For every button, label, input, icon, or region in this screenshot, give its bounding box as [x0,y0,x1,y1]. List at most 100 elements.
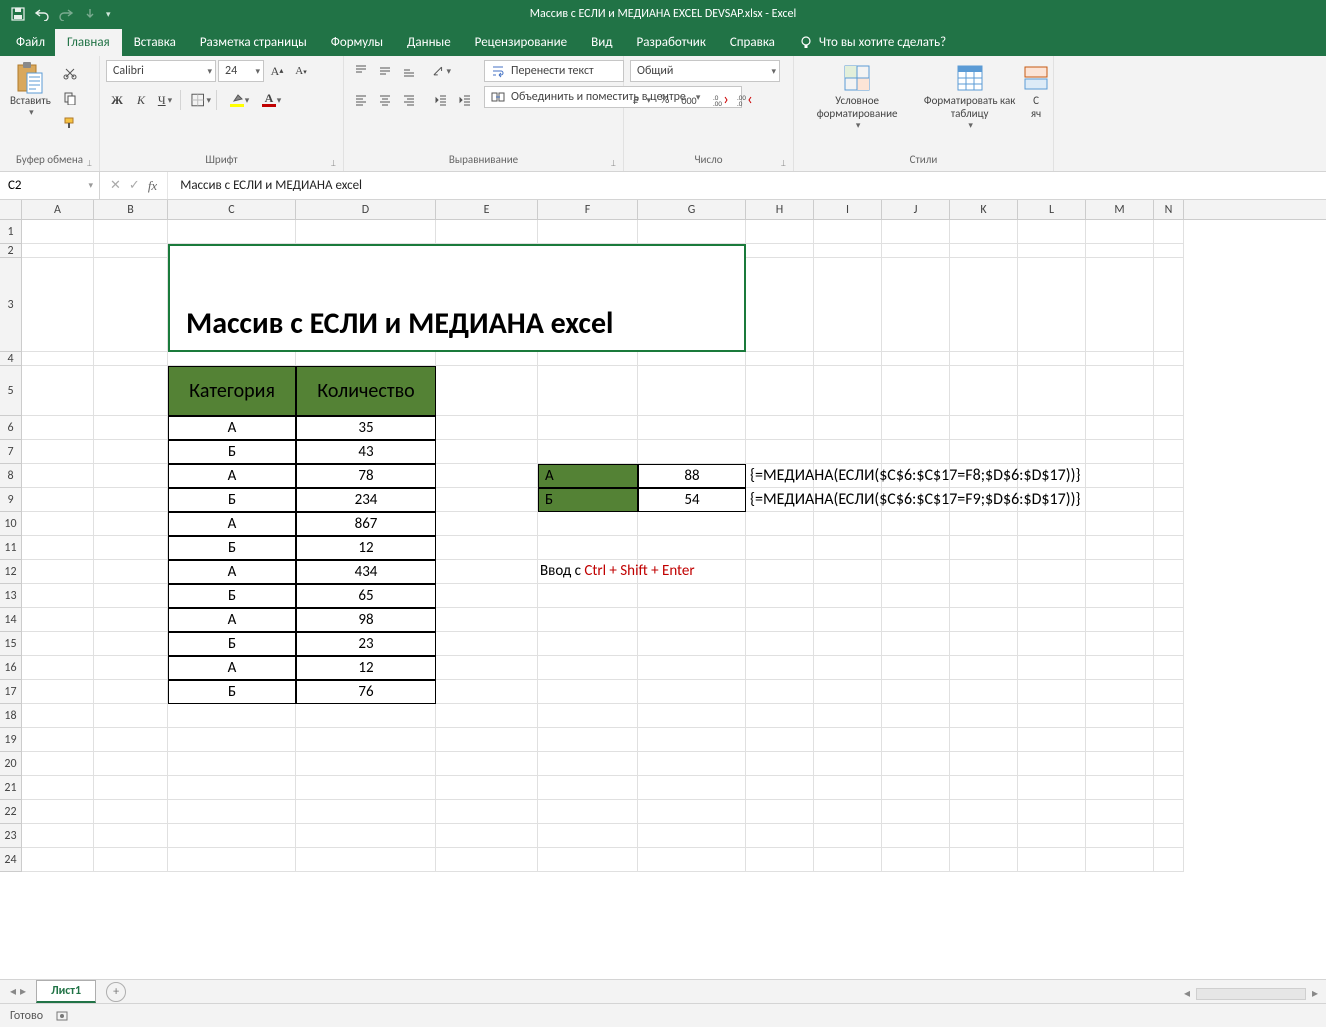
cell[interactable] [22,656,94,680]
cell[interactable] [296,704,436,728]
cell[interactable] [1086,244,1154,258]
undo-icon[interactable] [34,6,50,22]
cell[interactable] [638,632,746,656]
col-header[interactable]: B [94,200,168,219]
cell[interactable] [22,536,94,560]
result-label-cell[interactable]: А [538,464,638,488]
cell[interactable] [1086,848,1154,872]
cell[interactable] [296,800,436,824]
col-header[interactable]: D [296,200,436,219]
cell[interactable] [538,608,638,632]
cell[interactable] [1154,752,1184,776]
tab-insert[interactable]: Вставка [122,29,188,56]
save-icon[interactable] [10,6,26,22]
cell[interactable] [436,656,538,680]
cell[interactable] [882,366,950,416]
cell[interactable] [746,536,814,560]
cell[interactable] [1018,512,1086,536]
cell[interactable] [168,776,296,800]
row-header[interactable]: 4 [0,352,22,366]
cell[interactable] [22,680,94,704]
col-header[interactable]: J [882,200,950,219]
cell[interactable] [882,728,950,752]
tab-formulas[interactable]: Формулы [319,29,395,56]
dialog-launcher-icon[interactable]: ⟘ [331,159,341,169]
table-cell-qty[interactable]: 23 [296,632,436,656]
table-cell-cat[interactable]: Б [168,680,296,704]
cell[interactable] [950,800,1018,824]
cell[interactable] [22,352,94,366]
cell[interactable] [746,584,814,608]
row-header[interactable]: 18 [0,704,22,728]
fill-color-icon[interactable]: ▾ [226,89,248,111]
row-header[interactable]: 24 [0,848,22,872]
cell[interactable] [1154,560,1184,584]
cell[interactable] [436,440,538,464]
bold-button[interactable]: Ж [106,89,128,111]
cell[interactable] [1018,704,1086,728]
underline-button[interactable]: Ч▾ [154,89,176,111]
cell[interactable] [538,512,638,536]
cell[interactable] [94,416,168,440]
cell[interactable] [436,824,538,848]
cell[interactable] [1154,488,1184,512]
row-header[interactable]: 19 [0,728,22,752]
cell[interactable] [1086,464,1154,488]
cell[interactable] [1154,352,1184,366]
cell[interactable] [94,220,168,244]
cell[interactable] [296,752,436,776]
cell[interactable] [1086,704,1154,728]
cell[interactable] [538,366,638,416]
cell[interactable] [1086,536,1154,560]
cell[interactable] [950,632,1018,656]
cell[interactable] [638,440,746,464]
cell[interactable] [950,584,1018,608]
cell[interactable] [296,824,436,848]
cell[interactable] [168,728,296,752]
table-cell-cat[interactable]: А [168,464,296,488]
tab-page-layout[interactable]: Разметка страницы [188,29,319,56]
cell[interactable] [638,584,746,608]
cell[interactable] [814,800,882,824]
cell[interactable] [436,680,538,704]
cell[interactable] [638,656,746,680]
cell[interactable] [1018,220,1086,244]
table-cell-qty[interactable]: 65 [296,584,436,608]
cell[interactable] [950,656,1018,680]
cell[interactable] [538,824,638,848]
cell[interactable] [22,464,94,488]
row-header[interactable]: 6 [0,416,22,440]
cell[interactable] [882,752,950,776]
cell[interactable] [94,366,168,416]
cell[interactable] [296,220,436,244]
cell[interactable] [638,776,746,800]
cell[interactable] [882,440,950,464]
cell[interactable] [1154,536,1184,560]
cell[interactable] [814,656,882,680]
result-value-cell[interactable]: 88 [638,464,746,488]
format-painter-icon[interactable] [59,112,81,134]
cell[interactable] [746,776,814,800]
sheet-tab[interactable]: Лист1 [36,980,96,1003]
cell[interactable] [950,848,1018,872]
name-box[interactable]: C2 [0,172,100,199]
cell[interactable] [538,416,638,440]
cell[interactable] [94,244,168,258]
scroll-right-icon[interactable]: ▸ [1312,986,1318,1001]
cell[interactable] [814,512,882,536]
tab-review[interactable]: Рецензирование [463,29,579,56]
cell[interactable] [814,584,882,608]
cell[interactable] [1154,220,1184,244]
cell[interactable] [1086,416,1154,440]
cell[interactable] [950,416,1018,440]
cell[interactable] [94,512,168,536]
table-cell-cat[interactable]: А [168,512,296,536]
cell[interactable] [638,848,746,872]
cell[interactable] [814,560,882,584]
cell[interactable] [22,704,94,728]
cell[interactable] [882,416,950,440]
cell[interactable] [168,800,296,824]
cell[interactable] [882,608,950,632]
cell[interactable] [1154,728,1184,752]
align-center-icon[interactable] [374,89,396,111]
